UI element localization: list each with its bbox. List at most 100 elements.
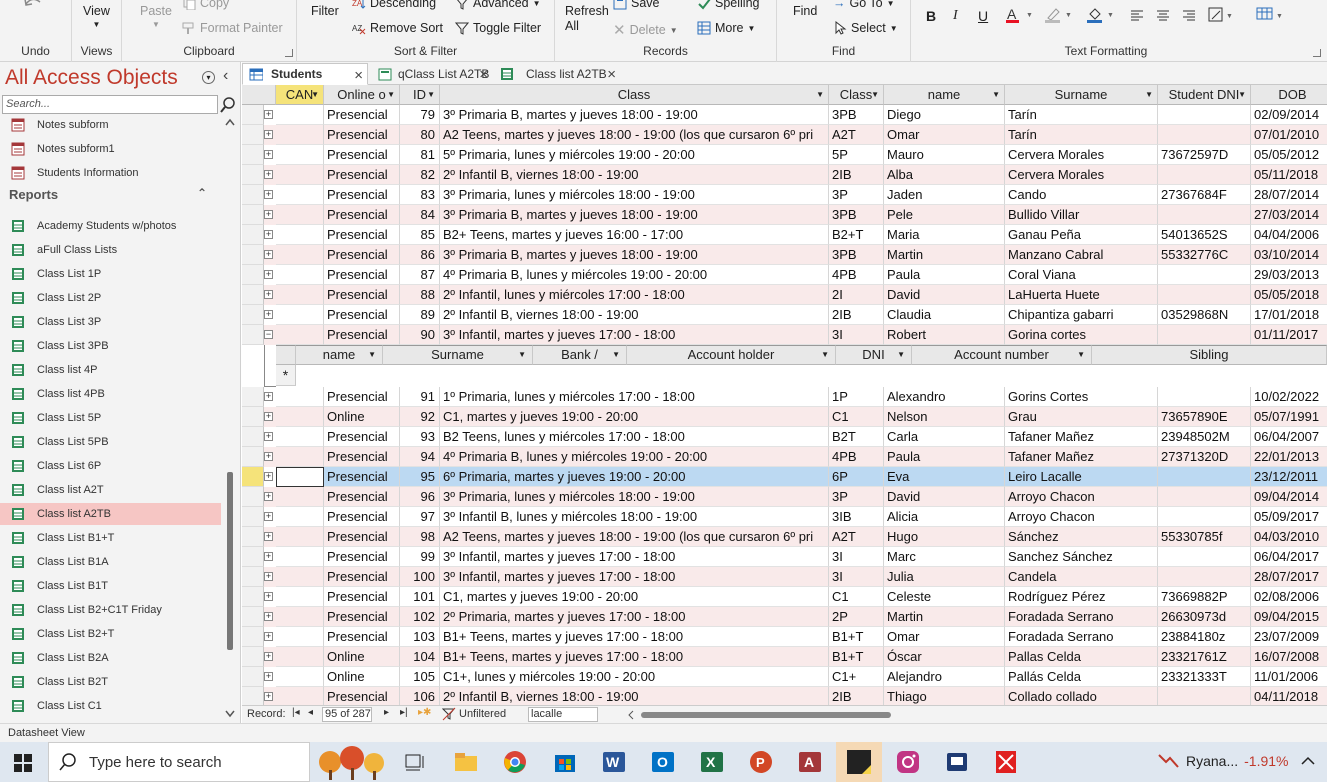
cell-col-surname[interactable]: Pallas Celda [1005, 647, 1158, 667]
cell-col-id[interactable]: 102 [400, 607, 440, 627]
row-selector[interactable] [242, 285, 264, 305]
paste-button[interactable]: Paste ▼ [140, 4, 172, 29]
cell-col-class-code[interactable]: 1P [829, 387, 884, 407]
alternate-row-color-icon[interactable]: ▼ [1256, 7, 1284, 23]
expand-icon[interactable]: + [264, 290, 273, 299]
table-row[interactable]: + Presencial 96 3º Primaria, lunes y miérco… [242, 487, 1327, 507]
cell-col-surname[interactable]: Manzano Cabral [1005, 245, 1158, 265]
cell-col-class[interactable]: 3º Infantil B, lunes y miércoles 18:00 -… [440, 507, 829, 527]
filter-dropdown-icon[interactable]: ▼ [612, 346, 620, 364]
cell-col-name[interactable]: David [884, 487, 1005, 507]
table-row[interactable]: + Online 92 C1, martes y jueves 19:00 - 20:… [242, 407, 1327, 427]
cell-col-dob[interactable]: 11/01/2006 [1251, 667, 1327, 687]
cell-col-can[interactable] [276, 265, 324, 285]
cell-col-online[interactable]: Presencial [324, 627, 400, 647]
nav-report-item[interactable]: Class List 3P [0, 311, 221, 333]
excel-icon[interactable]: X [700, 750, 724, 774]
row-selector[interactable] [242, 185, 264, 205]
new-record-marker[interactable]: * [276, 365, 296, 386]
nav-menu-chevron-icon[interactable]: ▾ [202, 71, 215, 84]
cell-col-id[interactable]: 85 [400, 225, 440, 245]
cell-col-class-code[interactable]: 3PB [829, 245, 884, 265]
header-col-id[interactable]: ID ▼ [400, 85, 440, 105]
cell-col-class-code[interactable]: 3PB [829, 205, 884, 225]
nav-report-item[interactable]: Class list A2TB [0, 503, 221, 525]
sub-header-sub-col-surname[interactable]: Surname ▼ [383, 345, 533, 365]
cell-col-online[interactable]: Presencial [324, 587, 400, 607]
cell-col-class[interactable]: B1+ Teens, martes y jueves 17:00 - 18:00 [440, 627, 829, 647]
cell-col-online[interactable]: Presencial [324, 607, 400, 627]
nav-search-input[interactable]: Search... [2, 95, 218, 114]
cell-col-surname[interactable]: Cervera Morales [1005, 145, 1158, 165]
horizontal-scrollbar[interactable] [627, 710, 1327, 720]
expand-icon[interactable]: + [264, 612, 273, 621]
cell-col-id[interactable]: 84 [400, 205, 440, 225]
table-row[interactable]: + Presencial 100 3º Infantil, martes y juev… [242, 567, 1327, 587]
cell-col-class-code[interactable]: 3IB [829, 507, 884, 527]
table-row[interactable]: + Presencial 106 2º Infantil B, viernes 18:… [242, 687, 1327, 707]
filter-dropdown-icon[interactable]: ▼ [518, 346, 526, 364]
filter-dropdown-icon[interactable]: ▼ [1238, 85, 1246, 104]
cell-col-dob[interactable]: 10/02/2022 [1251, 387, 1327, 407]
row-selector[interactable] [242, 165, 264, 185]
cell-col-student-dni[interactable] [1158, 285, 1251, 305]
expand-icon[interactable]: + [264, 552, 273, 561]
cell-col-student-dni[interactable]: 54013652S [1158, 225, 1251, 245]
cell-col-id[interactable]: 94 [400, 447, 440, 467]
table-row[interactable]: + Online 104 B1+ Teens, martes y jueves 17:… [242, 647, 1327, 667]
cell-col-id[interactable]: 95 [400, 467, 440, 487]
cell-col-student-dni[interactable]: 73669882P [1158, 587, 1251, 607]
cell-col-class[interactable]: 3º Primaria, lunes y miércoles 18:00 - 1… [440, 487, 829, 507]
nav-report-item[interactable]: Class List 1P [0, 263, 221, 285]
expand-icon[interactable]: + [264, 592, 273, 601]
cell-col-name[interactable]: Martin [884, 245, 1005, 265]
nav-report-item[interactable]: Class List 6P [0, 455, 221, 477]
cell-col-name[interactable]: Diego [884, 105, 1005, 125]
nav-form-item[interactable]: Notes subform1 [0, 138, 221, 160]
row-selector[interactable] [242, 427, 264, 447]
cell-col-dob[interactable]: 03/10/2014 [1251, 245, 1327, 265]
cell-col-online[interactable]: Presencial [324, 387, 400, 407]
sub-header-sub-col-dni[interactable]: DNI ▼ [836, 345, 912, 365]
cell-col-class[interactable]: 1º Primaria, lunes y miércoles 17:00 - 1… [440, 387, 829, 407]
cell-col-can[interactable] [276, 647, 324, 667]
spelling-button[interactable]: Spelling [697, 0, 759, 10]
cell-col-name[interactable]: Hugo [884, 527, 1005, 547]
header-col-class-code[interactable]: Class ▼ [829, 85, 884, 105]
cell-col-student-dni[interactable]: 27367684F [1158, 185, 1251, 205]
sub-header-sub-col-account-number[interactable]: Account number ▼ [912, 345, 1092, 365]
cell-col-student-dni[interactable]: 73672597D [1158, 145, 1251, 165]
toggle-filter-button[interactable]: Toggle Filter [455, 21, 541, 35]
font-color-icon[interactable]: A ▼ [1006, 6, 1036, 24]
cell-col-student-dni[interactable] [1158, 205, 1251, 225]
cell-col-student-dni[interactable]: 03529868N [1158, 305, 1251, 325]
cell-col-student-dni[interactable]: 26630973d [1158, 607, 1251, 627]
cell-col-class-code[interactable]: 3P [829, 487, 884, 507]
cell-col-can[interactable] [276, 447, 324, 467]
sub-header-sub-col-bank[interactable]: Bank / ▼ [533, 345, 627, 365]
cell-col-name[interactable]: Alicia [884, 507, 1005, 527]
nav-report-item[interactable]: Class list A2T [0, 479, 221, 501]
tab-class-list-a2tb[interactable]: Class list A2TB × [494, 63, 620, 85]
cell-col-id[interactable]: 88 [400, 285, 440, 305]
cell-col-can[interactable] [276, 607, 324, 627]
cell-col-id[interactable]: 91 [400, 387, 440, 407]
row-selector[interactable] [242, 305, 264, 325]
table-row[interactable]: + Presencial 101 C1, martes y jueves 19:00 … [242, 587, 1327, 607]
expand-icon[interactable]: + [264, 572, 273, 581]
cell-col-class[interactable]: B1+ Teens, martes y jueves 17:00 - 18:00 [440, 647, 829, 667]
expand-icon[interactable]: + [264, 432, 273, 441]
find-button[interactable]: Find [793, 4, 817, 18]
cell-col-class[interactable]: C1+, lunes y miércoles 19:00 - 20:00 [440, 667, 829, 687]
word-icon[interactable]: W [602, 750, 626, 774]
cell-col-surname[interactable]: Rodríguez Pérez [1005, 587, 1158, 607]
refresh-all-button[interactable]: Refresh All [565, 4, 609, 34]
expand-icon[interactable]: + [264, 392, 273, 401]
cell-col-id[interactable]: 105 [400, 667, 440, 687]
cell-col-name[interactable]: Carla [884, 427, 1005, 447]
first-record-icon[interactable]: |◂ [292, 707, 300, 718]
row-selector[interactable] [242, 647, 264, 667]
nav-report-item[interactable]: Class list 4P [0, 359, 221, 381]
cell-col-can[interactable] [276, 667, 324, 687]
cell-col-online[interactable]: Presencial [324, 165, 400, 185]
